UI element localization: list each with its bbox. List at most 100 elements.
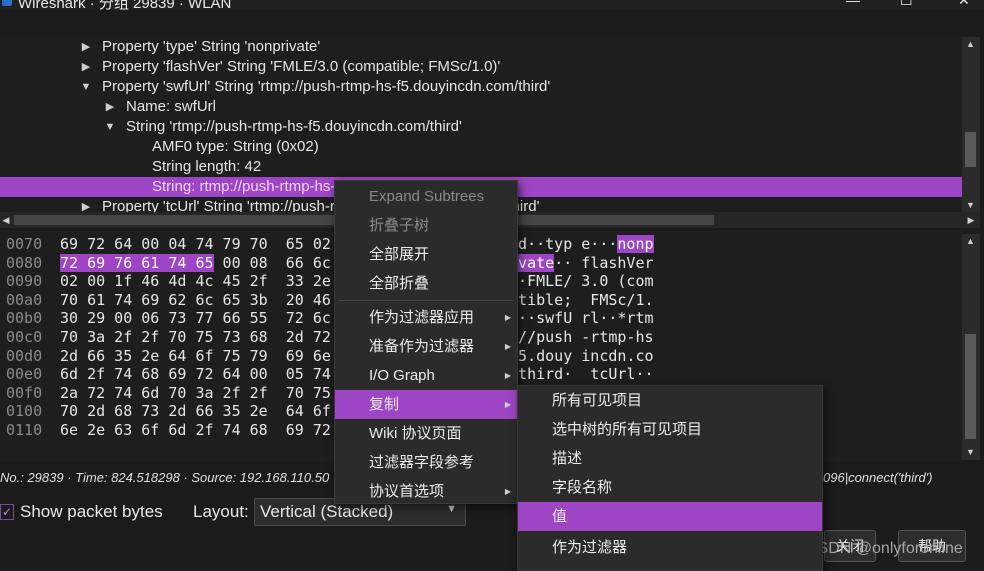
byte-segment: ···FMLE/ 3.0 (com bbox=[500, 272, 654, 291]
tree-row[interactable]: ▶ Property 'type' String 'nonprivate' bbox=[0, 37, 962, 57]
submenu-arrow-icon: ▶ bbox=[504, 400, 511, 409]
show-packet-bytes-checkbox[interactable]: ✓ bbox=[0, 504, 14, 520]
submenu-arrow-icon: ▶ bbox=[504, 371, 511, 380]
submenu-arrow-icon: ▶ bbox=[504, 487, 511, 496]
byte-segment: p://push -rtmp-hs bbox=[500, 328, 654, 346]
ascii-bytes: ···FMLE/ 3.0 (com bbox=[500, 272, 654, 291]
expanded-arrow-icon[interactable]: ▼ bbox=[80, 77, 92, 97]
byte-offset: 0110 bbox=[6, 421, 43, 439]
show-packet-bytes-label[interactable]: Show packet bytes bbox=[20, 502, 163, 522]
byte-segment: ·· flashVer bbox=[554, 253, 654, 272]
menu-item[interactable]: 描述 bbox=[518, 444, 822, 473]
collapsed-arrow-icon[interactable]: ▶ bbox=[80, 37, 92, 57]
collapsed-arrow-icon[interactable]: ▶ bbox=[80, 197, 92, 212]
byte-offset: 00e0 bbox=[6, 365, 43, 384]
menu-item-label: 作为过滤器 bbox=[552, 539, 628, 556]
byte-segment: -f5.douy incdn.co bbox=[500, 346, 654, 365]
tree-row[interactable]: String length: 42 bbox=[0, 157, 962, 177]
submenu-arrow-icon: ▶ bbox=[504, 313, 511, 322]
tree-row[interactable]: ▶ Property 'flashVer' String 'FMLE/3.0 (c… bbox=[0, 57, 962, 77]
menu-item-label: 值 bbox=[552, 508, 568, 525]
menu-item-label: 复制 bbox=[369, 396, 400, 413]
scroll-up-icon[interactable]: ▲ bbox=[962, 234, 979, 248]
tree-scroll-thumb[interactable] bbox=[965, 132, 976, 167]
menu-item[interactable]: 全部折叠 bbox=[335, 269, 517, 298]
ascii-bytes: ird··typ e···nonp bbox=[500, 235, 654, 254]
menu-item[interactable]: 准备作为过滤器 ▶ bbox=[335, 332, 517, 361]
menu-item-label: 全部折叠 bbox=[369, 275, 430, 292]
menu-item[interactable]: 所有可见项目 bbox=[518, 386, 822, 415]
menu-item[interactable]: 字段名称 bbox=[518, 473, 822, 502]
byte-offset: 00a0 bbox=[6, 290, 43, 309]
tree-row-text: AMF0 type: String (0x02) bbox=[152, 138, 319, 155]
menu-item[interactable]: I/O Graph ▶ bbox=[335, 361, 517, 390]
menu-item-label: 全部展开 bbox=[369, 246, 430, 263]
menu-item-label: 折叠子树 bbox=[369, 217, 430, 234]
layout-label: Layout: bbox=[193, 502, 249, 521]
scroll-left-icon[interactable]: ◀ bbox=[0, 213, 12, 227]
ascii-bytes: -f5.douy incdn.co bbox=[500, 347, 654, 366]
collapsed-arrow-icon[interactable]: ▶ bbox=[80, 57, 92, 77]
tree-row[interactable]: ▼ String 'rtmp://push-rtmp-hs-f5.douyincd… bbox=[0, 117, 962, 137]
scroll-up-icon[interactable]: ▲ bbox=[962, 37, 979, 51]
ascii-bytes: m/third· tcUrl·· bbox=[500, 365, 654, 384]
tree-vertical-scrollbar[interactable]: ▲ ▼ bbox=[962, 37, 980, 212]
expanded-arrow-icon[interactable]: ▼ bbox=[104, 117, 116, 137]
highlighted-bytes: nonp bbox=[617, 235, 654, 253]
menu-item[interactable]: 值 bbox=[518, 502, 822, 531]
menu-item[interactable]: Expand Subtrees bbox=[335, 182, 517, 211]
menu-item-label: I/O Graph bbox=[369, 367, 435, 384]
byte-offset: 00f0 bbox=[6, 383, 43, 402]
copy-submenu[interactable]: 所有可见项目选中树的所有可见项目描述字段名称值作为过滤器 bbox=[517, 385, 823, 571]
menu-item-label: 过滤器字段参考 bbox=[369, 454, 475, 471]
menu-item[interactable]: 协议首选项 ▶ bbox=[335, 477, 517, 506]
scroll-down-icon[interactable]: ▼ bbox=[962, 198, 979, 212]
highlighted-bytes: 72 69 76 61 74 65 bbox=[60, 253, 214, 272]
byte-offset: 00b0 bbox=[6, 309, 43, 328]
byte-offset: 00d0 bbox=[6, 346, 43, 365]
menu-item-label: 选中树的所有可见项目 bbox=[552, 421, 703, 438]
tree-row-text: String length: 42 bbox=[152, 158, 262, 175]
ascii-bytes: rivate·· flashVer bbox=[500, 253, 654, 273]
ascii-bytes: 0)··swfU rl··*rtm bbox=[500, 309, 654, 328]
menu-item[interactable]: 过滤器字段参考 bbox=[335, 448, 517, 477]
status-field-info: 096|connect('third') bbox=[823, 470, 933, 485]
title-bar: Wireshark · 分组 29839 · WLAN — ☐ ✕ bbox=[0, 0, 984, 10]
bytes-scroll-thumb[interactable] bbox=[965, 334, 976, 439]
scroll-down-icon[interactable]: ▼ bbox=[962, 445, 979, 459]
csdn-watermark: CSDN @onlyforonline bbox=[806, 540, 963, 557]
menu-separator bbox=[339, 300, 513, 301]
tree-row[interactable]: AMF0 type: String (0x02) bbox=[0, 137, 962, 157]
byte-offset: 00c0 bbox=[6, 328, 43, 346]
menu-item-label: 字段名称 bbox=[552, 479, 613, 496]
tree-row[interactable]: ▶ Name: swfUrl bbox=[0, 97, 962, 117]
menu-item[interactable]: Wiki 协议页面 bbox=[335, 419, 517, 448]
wireshark-icon bbox=[2, 0, 12, 6]
tree-row[interactable]: ▼ Property 'swfUrl' String 'rtmp://push-r… bbox=[0, 77, 962, 97]
ascii-bytes: patible; FMSc/1. bbox=[500, 291, 654, 310]
scroll-right-icon[interactable]: ▶ bbox=[964, 213, 978, 227]
close-icon[interactable]: ✕ bbox=[958, 0, 970, 9]
minimize-icon[interactable]: — bbox=[846, 0, 860, 8]
menu-item-label: Expand Subtrees bbox=[369, 188, 485, 205]
byte-segment: m/third· tcUrl·· bbox=[500, 365, 654, 384]
tree-row-text: String 'rtmp://push-rtmp-hs-f5.douyincdn… bbox=[126, 118, 462, 135]
ascii-bytes: p://push -rtmp-hs bbox=[500, 328, 654, 347]
menu-item-label: 准备作为过滤器 bbox=[369, 338, 475, 355]
menu-item[interactable]: 折叠子树 bbox=[335, 211, 517, 240]
menu-item[interactable]: 作为过滤器 bbox=[518, 533, 822, 562]
menu-item[interactable]: 复制 ▶ bbox=[335, 390, 517, 419]
maximize-icon[interactable]: ☐ bbox=[900, 0, 913, 9]
menu-item[interactable]: 选中树的所有可见项目 bbox=[518, 415, 822, 444]
submenu-arrow-icon: ▶ bbox=[504, 342, 511, 351]
tree-row-text: Property 'flashVer' String 'FMLE/3.0 (co… bbox=[102, 58, 501, 75]
menu-item[interactable]: 作为过滤器应用 ▶ bbox=[335, 303, 517, 332]
menu-item-label: 所有可见项目 bbox=[552, 392, 643, 409]
context-menu[interactable]: Expand Subtrees 折叠子树 全部展开 全部折叠 作为过滤器应用 ▶ 准备作为过… bbox=[334, 180, 518, 504]
window-title: Wireshark · 分组 29839 · WLAN bbox=[18, 0, 232, 10]
byte-offset: 0100 bbox=[6, 402, 43, 421]
collapsed-arrow-icon[interactable]: ▶ bbox=[104, 97, 116, 117]
bytes-vertical-scrollbar[interactable]: ▲ ▼ bbox=[962, 234, 980, 460]
byte-segment: 0)··swfU rl··*rtm bbox=[500, 309, 654, 328]
menu-item[interactable]: 全部展开 bbox=[335, 240, 517, 269]
